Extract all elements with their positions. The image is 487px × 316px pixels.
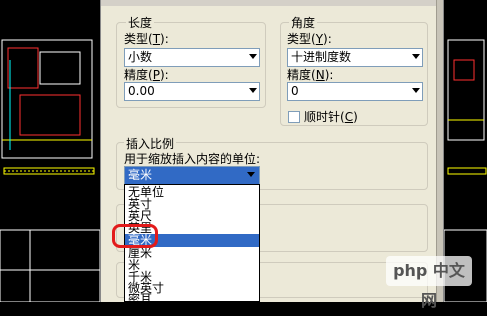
length-precision-combobox[interactable]: 0.00 (124, 82, 260, 101)
angle-type-combobox[interactable]: 十进制度数 (287, 48, 423, 67)
insert-scale-title: 插入比例 (124, 137, 177, 151)
cad-drawing-left (0, 0, 100, 302)
clockwise-label: 顺时针(C) (304, 110, 358, 124)
site-watermark: php 中文网 (386, 256, 472, 310)
angle-precision-combobox[interactable]: 0 (287, 82, 423, 101)
chevron-down-icon (412, 54, 420, 59)
length-precision-label: 精度(P): (124, 68, 169, 82)
chevron-down-icon (249, 54, 257, 59)
chevron-down-icon (249, 88, 257, 93)
clockwise-checkbox[interactable] (288, 111, 300, 123)
cad-floorplan-left (0, 39, 100, 302)
chevron-down-icon (412, 88, 420, 93)
angle-title: 角度 (289, 16, 318, 30)
chevron-down-icon (247, 172, 255, 177)
insert-scale-combobox[interactable]: 毫米 (124, 166, 260, 185)
dialog-top-edge (101, 0, 443, 6)
length-title: 长度 (126, 16, 155, 30)
insert-scale-subtitle: 用于缩放插入内容的单位: (124, 152, 261, 166)
highlight-annotation-ring (112, 224, 158, 248)
dropdown-option[interactable]: 密耳 (125, 293, 259, 302)
length-type-label: 类型(T): (124, 32, 169, 46)
length-type-combobox[interactable]: 小数 (124, 48, 260, 67)
angle-type-label: 类型(Y): (287, 32, 332, 46)
angle-precision-label: 精度(N): (287, 68, 334, 82)
